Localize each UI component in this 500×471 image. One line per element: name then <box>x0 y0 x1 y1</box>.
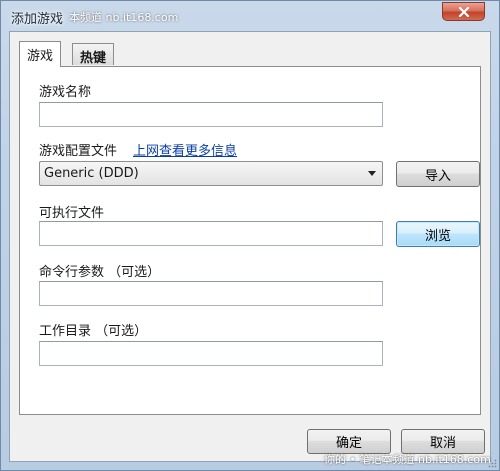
dialog-body: 游戏 热键 游戏名称 游戏配置文件 上网查看更多信息 Generic (DDD)… <box>9 31 491 462</box>
game-profile-value: Generic (DDD) <box>44 166 139 181</box>
watermark-text: 本频道 nb.it168.com <box>69 11 179 24</box>
resize-grip-icon[interactable] <box>487 458 497 468</box>
window-title: 添加游戏 <box>11 12 64 27</box>
working-dir-input[interactable] <box>39 341 383 366</box>
browse-button[interactable]: 浏览 <box>396 221 480 247</box>
working-dir-label: 工作目录 （可选） <box>39 324 148 339</box>
game-name-input[interactable] <box>39 102 383 127</box>
more-info-link[interactable]: 上网查看更多信息 <box>133 140 237 159</box>
add-game-dialog: 添加游戏 本频道 nb.it168.com 游戏 热键 游戏名称 游戏配置文件 … <box>0 0 500 471</box>
command-line-input[interactable] <box>39 281 383 306</box>
title-bar[interactable]: 添加游戏 本频道 nb.it168.com <box>1 1 499 31</box>
close-icon <box>458 6 469 17</box>
chevron-down-icon <box>368 171 376 176</box>
close-button[interactable] <box>442 2 485 21</box>
import-button[interactable]: 导入 <box>396 161 480 187</box>
command-line-label: 命令行参数 （可选） <box>39 265 161 280</box>
executable-input[interactable] <box>39 221 383 246</box>
tab-game[interactable]: 游戏 <box>19 41 62 67</box>
game-profile-select[interactable]: Generic (DDD) <box>39 161 383 186</box>
watermark-text-bottom: 你的 • 笔记本频道 nb.it168.com <box>324 453 491 466</box>
executable-label: 可执行文件 <box>39 206 105 221</box>
tab-hotkeys[interactable]: 热键 <box>72 43 115 66</box>
game-profile-label: 游戏配置文件 <box>39 144 118 159</box>
tab-panel-game: 游戏名称 游戏配置文件 上网查看更多信息 Generic (DDD) 导入 可执… <box>19 66 481 415</box>
game-name-label: 游戏名称 <box>39 85 92 100</box>
